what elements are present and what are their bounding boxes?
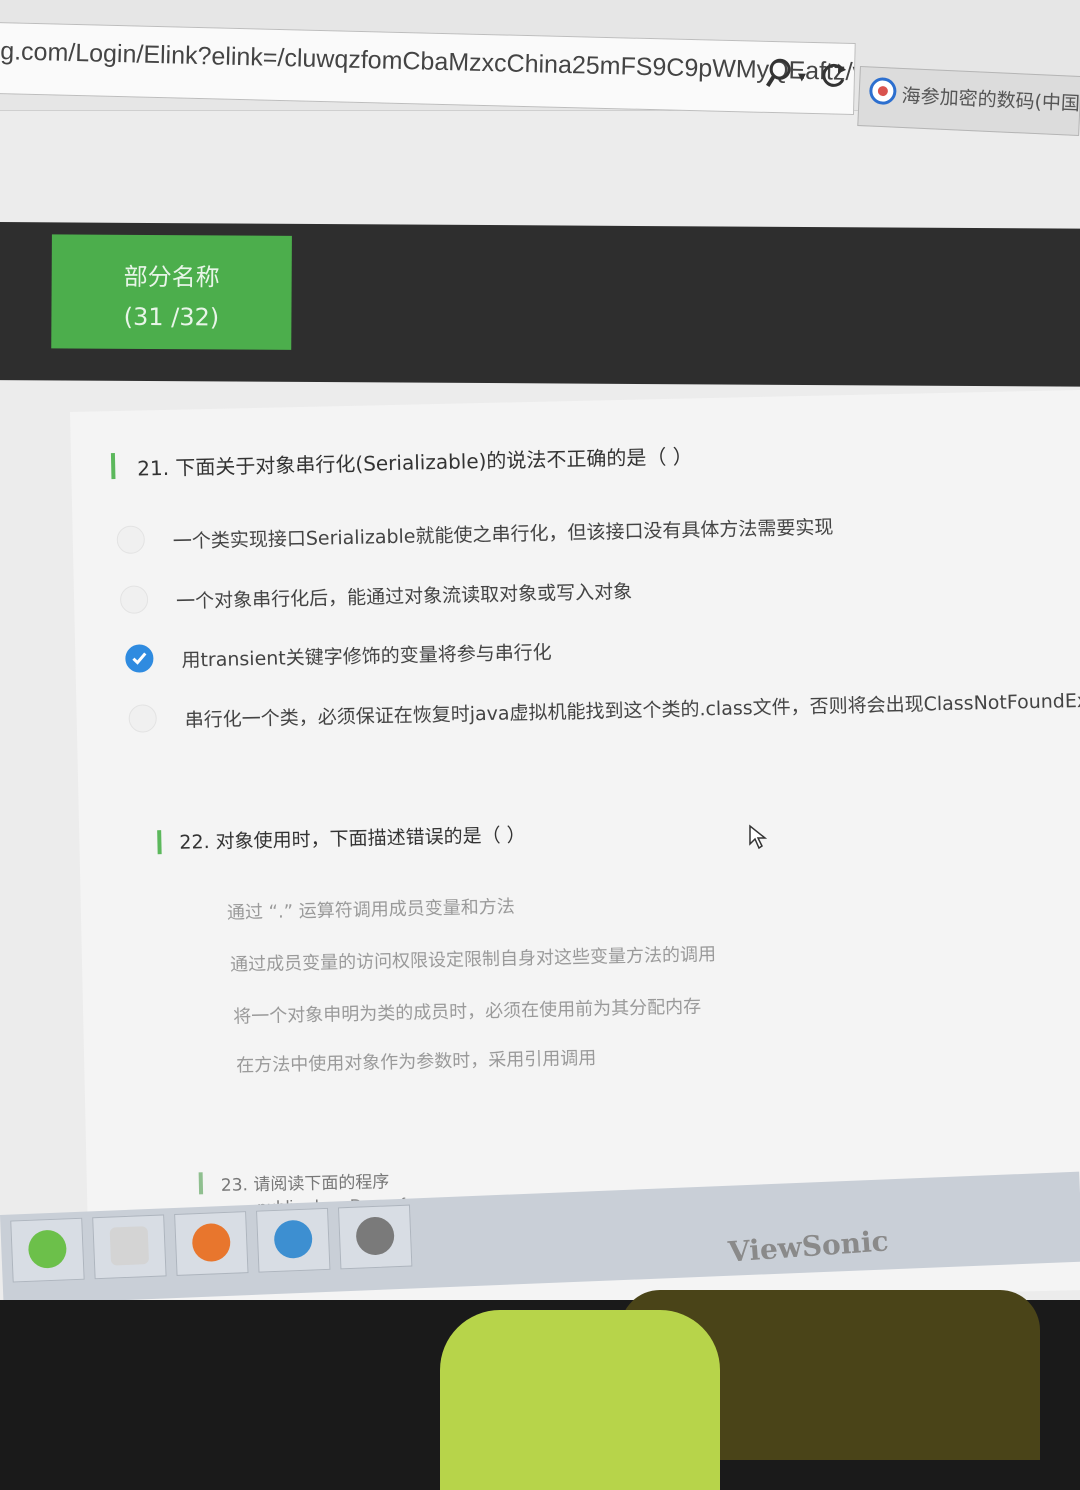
taskbar-app-5[interactable]	[337, 1204, 413, 1270]
radio-button[interactable]	[116, 525, 146, 555]
refresh-icon[interactable]	[815, 55, 852, 96]
browser-tab[interactable]: 海参加密的数码(中国)...	[857, 66, 1080, 137]
app-icon	[27, 1229, 68, 1269]
browser-window: g.com/Login/Elink?elink=/cluwqzfomCbaMzx…	[0, 0, 1080, 1300]
section-name: 部分名称	[123, 262, 220, 292]
question-marker	[198, 1172, 204, 1195]
taskbar-ie[interactable]	[256, 1207, 331, 1273]
app-icon	[109, 1226, 150, 1266]
exam-header: 部分名称 (31 /32)	[0, 222, 1080, 387]
question-22-option-c[interactable]: 将一个对象申明为类的成员时，必须在使用前为其分配内存	[233, 992, 701, 1028]
address-bar[interactable]: g.com/Login/Elink?elink=/cluwqzfomCbaMzx…	[0, 22, 856, 116]
question-23-title: 23. 请阅读下面的程序	[220, 1172, 390, 1196]
tab-title: 海参加密的数码(中国)...	[901, 84, 1080, 117]
url-text[interactable]: g.com/Login/Elink?elink=/cluwqzfomCbaMzx…	[0, 37, 856, 87]
checkmark-icon	[132, 652, 147, 665]
radio-button[interactable]	[119, 585, 149, 614]
radio-button-checked[interactable]	[125, 644, 154, 673]
question-21-title: 21. 下面关于对象串行化(Serializable)的说法不正确的是（ ）	[136, 444, 693, 481]
radio-button[interactable]	[128, 704, 158, 733]
chevron-down-icon[interactable]: ▾	[798, 67, 806, 86]
section-progress: (31 /32)	[123, 302, 220, 332]
question-22-title: 22. 对象使用时，下面描述错误的是（ ）	[179, 824, 526, 854]
question-22-option-b[interactable]: 通过成员变量的访问权限设定限制自身对这些变量方法的调用	[230, 940, 716, 977]
taskbar-app-2[interactable]	[92, 1214, 167, 1280]
search-icon[interactable]	[761, 54, 798, 95]
option-label: 一个对象串行化后，能通过对象流读取对象或写入对象	[175, 580, 633, 613]
address-bar-area: g.com/Login/Elink?elink=/cluwqzfomCbaMzx…	[0, 0, 1080, 137]
question-marker	[110, 453, 116, 480]
option-label: 串行化一个类，必须保证在恢复时java虚拟机能找到这个类的.class文件，否则…	[184, 689, 1080, 732]
option-label: 一个类实现接口Serializable就能使之串行化，但该接口没有具体方法需要实…	[172, 516, 834, 553]
cup	[440, 1310, 720, 1490]
firefox-icon	[191, 1222, 232, 1263]
mouse-cursor-icon	[749, 824, 768, 850]
question-marker	[157, 830, 162, 855]
taskbar-firefox[interactable]	[174, 1211, 249, 1276]
taskbar-app-1[interactable]	[10, 1217, 85, 1283]
site-favicon-icon	[869, 77, 897, 105]
section-indicator[interactable]: 部分名称 (31 /32)	[51, 234, 292, 350]
question-22-option-a[interactable]: 通过 “.” 运算符调用成员变量和方法	[227, 892, 515, 924]
internet-explorer-icon	[273, 1219, 313, 1259]
app-icon	[355, 1216, 395, 1256]
option-label: 用transient关键字修饰的变量将参与串行化	[181, 641, 552, 672]
question-panel: 21. 下面关于对象串行化(Serializable)的说法不正确的是（ ） 一…	[70, 389, 1080, 1300]
question-22-option-d[interactable]: 在方法中使用对象作为参数时，采用引用调用	[236, 1044, 596, 1078]
